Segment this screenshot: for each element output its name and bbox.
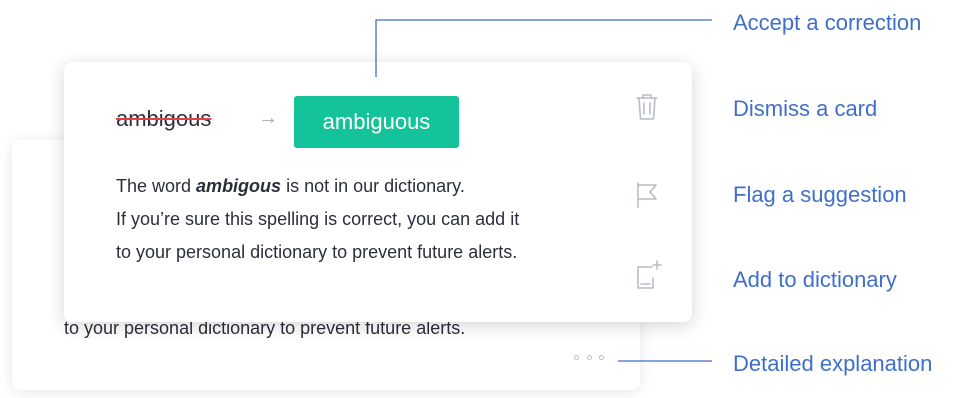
explanation-prefix: The word	[116, 176, 197, 196]
add-to-dictionary-icon[interactable]	[630, 258, 664, 292]
trash-icon[interactable]	[630, 90, 664, 124]
suggestion-card: ambigous → ambiguous The word ambigous i…	[64, 62, 692, 322]
explanation-suffix: is not in our dictionary.	[281, 176, 465, 196]
explanation-text: The word ambigous is not in our dictiona…	[116, 170, 636, 269]
more-dot	[599, 354, 604, 360]
callout-add-to-dictionary: Add to dictionary	[733, 267, 897, 292]
callout-flag-suggestion: Flag a suggestion	[733, 182, 907, 207]
explanation-line-2: If you’re sure this spelling is correct,…	[116, 209, 520, 229]
arrow-icon: →	[258, 107, 278, 129]
explanation-word: ambigous	[196, 176, 282, 196]
callout-dismiss-card: Dismiss a card	[733, 96, 878, 121]
explanation-line-3: to your personal dictionary to prevent f…	[116, 242, 518, 262]
callout-accept-correction: Accept a correction	[733, 10, 922, 35]
more-dot	[586, 354, 592, 360]
explanation-line-1: The word ambigous is not in our dictiona…	[116, 170, 636, 203]
accept-correction-button[interactable]: ambiguous	[294, 96, 459, 148]
more-dot	[574, 354, 579, 360]
flag-icon[interactable]	[630, 178, 664, 212]
more-icon[interactable]	[574, 350, 604, 364]
callout-detailed-explanation: Detailed explanation	[733, 351, 933, 376]
original-word: ambigous	[116, 106, 212, 131]
